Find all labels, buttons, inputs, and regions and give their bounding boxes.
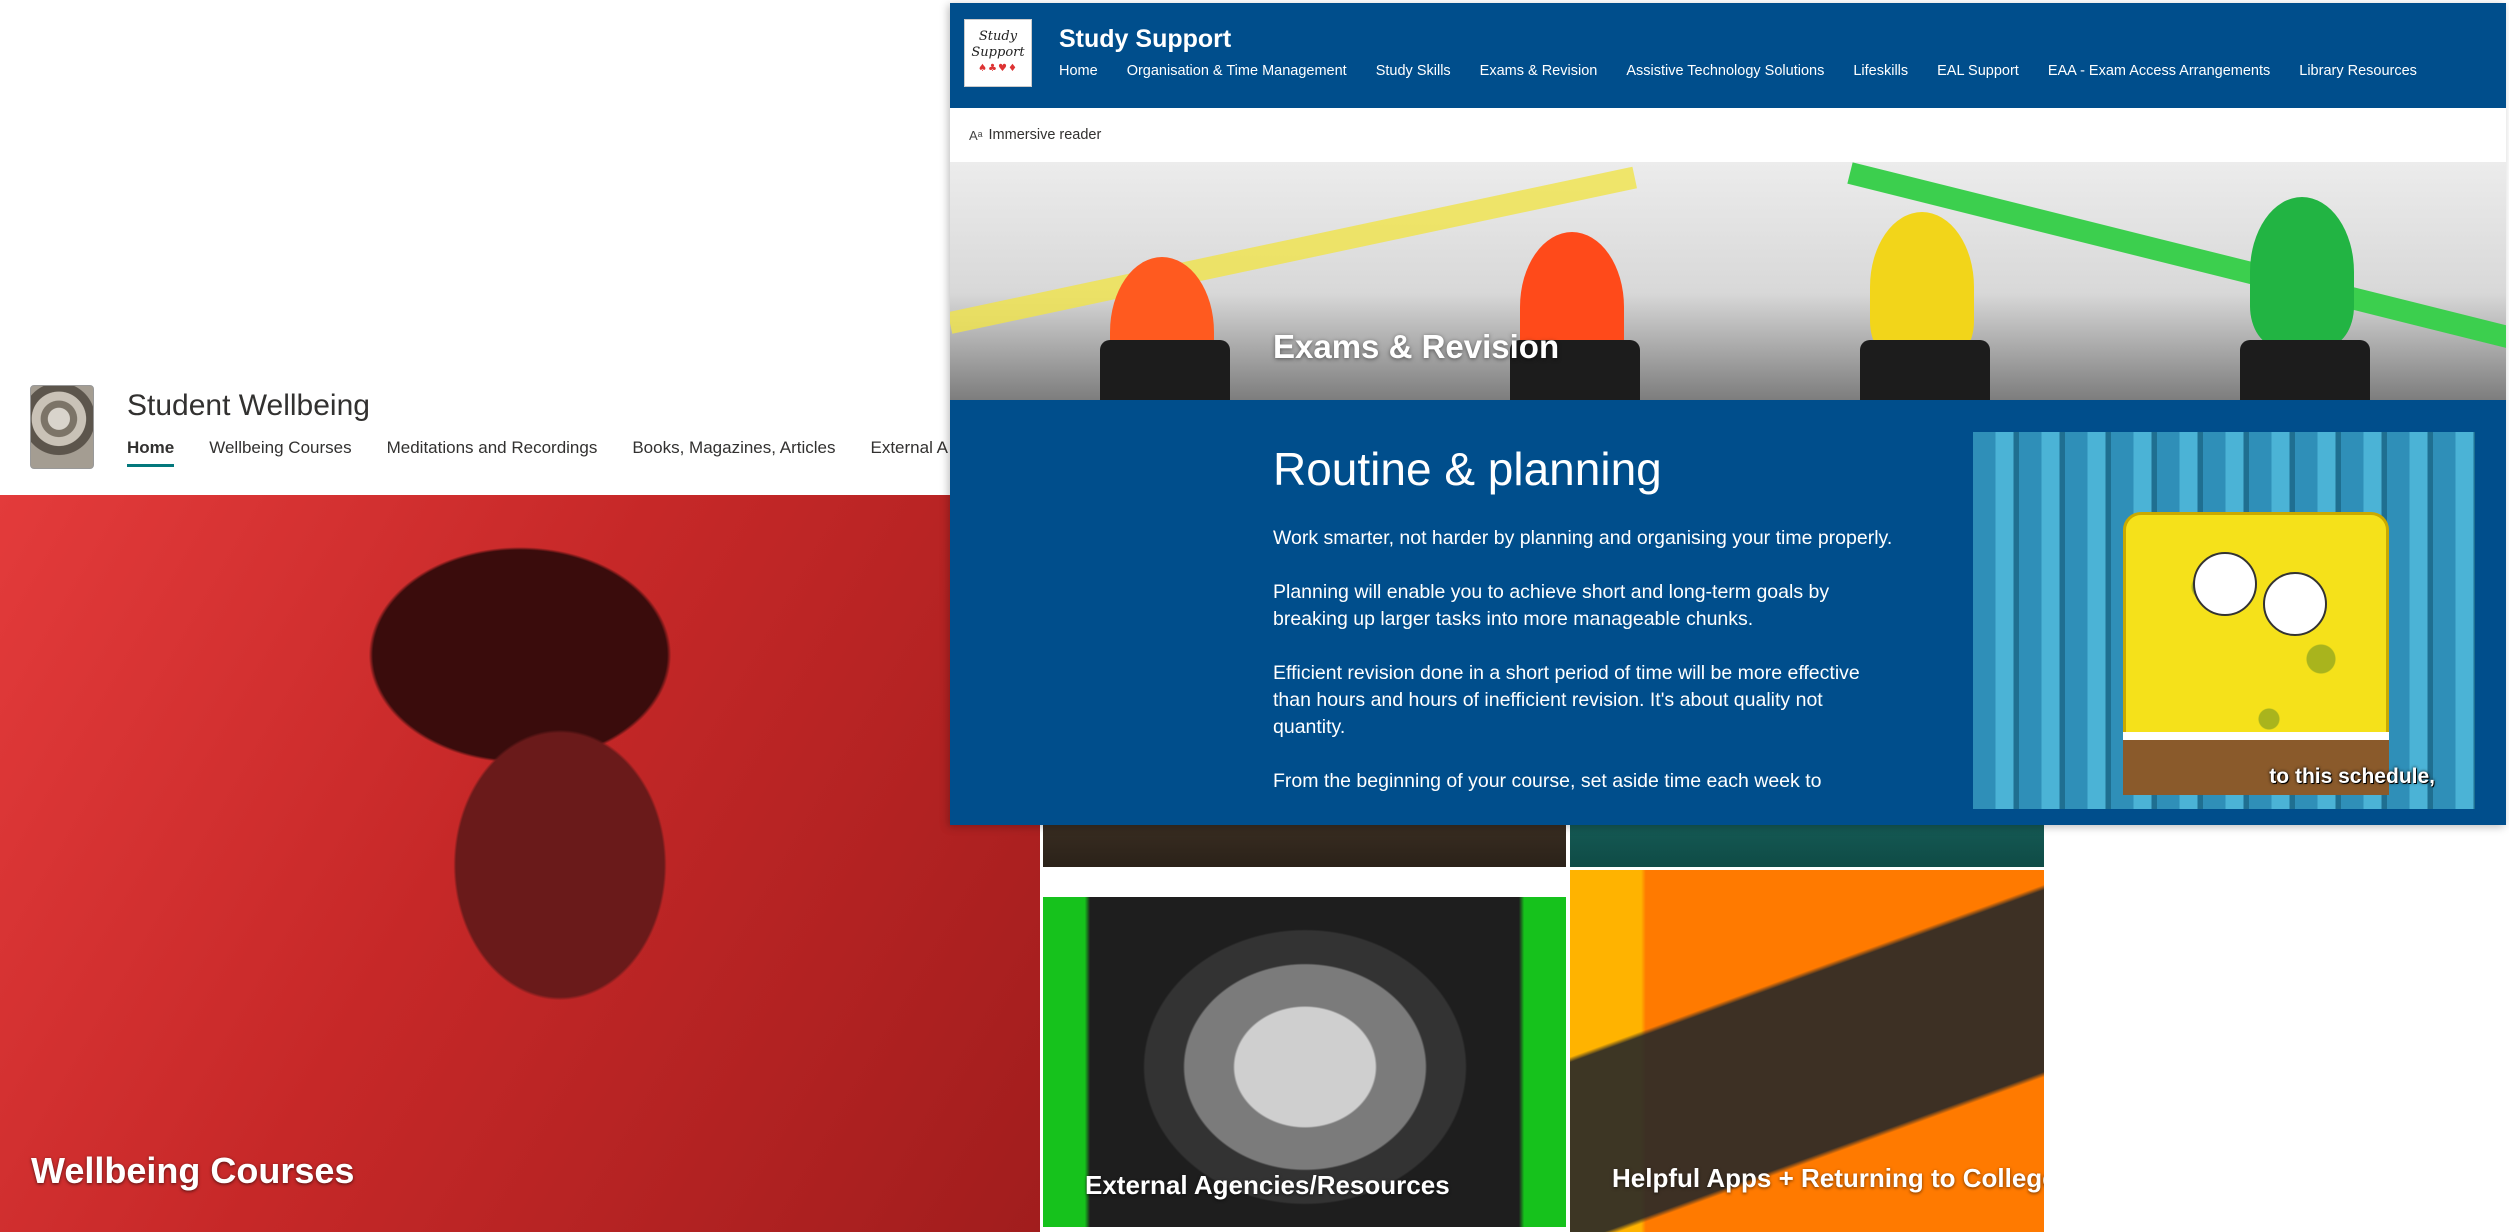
site-navigation: Home Wellbeing Courses Meditations and R… xyxy=(127,438,948,467)
immersive-reader-button[interactable]: Aᵃ Immersive reader xyxy=(969,127,1101,143)
nav-library-resources[interactable]: Library Resources xyxy=(2299,63,2417,79)
nav-home[interactable]: Home xyxy=(1059,63,1098,79)
study-support-header: Study Support ♠♣♥♦ Study Support Home Or… xyxy=(950,3,2506,108)
spongebob-eye-right xyxy=(2263,572,2327,636)
nav-eal-support[interactable]: EAL Support xyxy=(1937,63,2019,79)
nav-home[interactable]: Home xyxy=(127,438,175,467)
site-navigation: Home Organisation & Time Management Stud… xyxy=(1059,63,2417,79)
logo-figures-icon: ♠♣♥♦ xyxy=(978,63,1018,74)
paragraph: Planning will enable you to achieve shor… xyxy=(1273,581,1830,630)
nav-study-skills[interactable]: Study Skills xyxy=(1376,63,1451,79)
banner-title: Exams & Revision xyxy=(1273,328,1560,365)
command-bar: Aᵃ Immersive reader xyxy=(950,108,2506,162)
logo-text-line1: Study xyxy=(978,29,1018,44)
hero-tile-caption: Wellbeing Courses xyxy=(31,1150,355,1191)
logo-text-line2: Support xyxy=(971,45,1025,60)
marker-body-1 xyxy=(1100,340,1230,400)
paragraph: Efficient revision done in a short perio… xyxy=(1273,662,1860,738)
marker-tip-green xyxy=(2250,197,2354,347)
section-title: Routine & planning xyxy=(1273,443,1662,495)
page-banner: Exams & Revision xyxy=(950,162,2506,400)
spongebob-eye-left xyxy=(2193,552,2257,616)
study-support-logo[interactable]: Study Support ♠♣♥♦ xyxy=(964,19,1032,87)
gif-caption: to this schedule, xyxy=(2269,765,2435,788)
immersive-reader-label: Immersive reader xyxy=(988,127,1102,143)
student-wellbeing-logo[interactable] xyxy=(30,385,94,469)
spongebob-body xyxy=(2123,512,2389,758)
site-title[interactable]: Study Support xyxy=(1059,25,1231,54)
nav-lifeskills[interactable]: Lifeskills xyxy=(1853,63,1908,79)
nav-assistive-technology[interactable]: Assistive Technology Solutions xyxy=(1626,63,1824,79)
nav-eaa-exam-access[interactable]: EAA - Exam Access Arrangements xyxy=(2048,63,2270,79)
hero-tile-wellbeing-courses[interactable]: Wellbeing Courses xyxy=(0,495,1040,1232)
immersive-reader-icon: Aᵃ xyxy=(969,127,983,143)
nav-wellbeing-courses[interactable]: Wellbeing Courses xyxy=(209,438,351,467)
spongebob-gif-image: to this schedule, xyxy=(1973,432,2475,809)
nav-meditations-recordings[interactable]: Meditations and Recordings xyxy=(387,438,598,467)
section-body: Work smarter, not harder by planning and… xyxy=(1273,525,1893,822)
nav-organisation-time-management[interactable]: Organisation & Time Management xyxy=(1127,63,1347,79)
nav-books-magazines-articles[interactable]: Books, Magazines, Articles xyxy=(632,438,835,467)
nav-external[interactable]: External A xyxy=(871,438,949,467)
marker-body-4 xyxy=(2240,340,2370,400)
student-wellbeing-header: Student Wellbeing Home Wellbeing Courses… xyxy=(0,375,950,495)
paragraph: Work smarter, not harder by planning and… xyxy=(1273,527,1893,549)
paragraph: From the beginning of your course, set a… xyxy=(1273,770,1822,792)
tile-external-caption: External Agencies/Resources xyxy=(1085,1170,1450,1200)
site-title[interactable]: Student Wellbeing xyxy=(127,389,370,423)
tile-external-agencies[interactable]: External Agencies/Resources xyxy=(1043,897,1566,1227)
content-section: Routine & planning Work smarter, not har… xyxy=(950,400,2506,825)
tile-apps-caption: Helpful Apps + Returning to College xyxy=(1612,1163,2044,1193)
study-support-window: Study Support ♠♣♥♦ Study Support Home Or… xyxy=(950,3,2506,825)
marker-body-3 xyxy=(1860,340,1990,400)
tile-helpful-apps[interactable]: Helpful Apps + Returning to College xyxy=(1570,870,2044,1232)
nav-exams-revision[interactable]: Exams & Revision xyxy=(1480,63,1598,79)
